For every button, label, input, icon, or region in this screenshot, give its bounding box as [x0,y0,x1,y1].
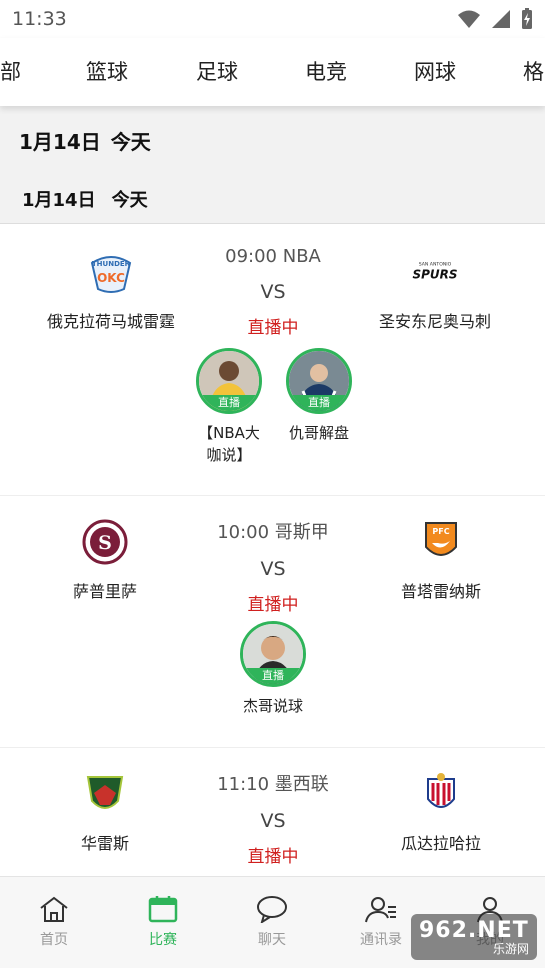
date-header-date: 1月14日 [22,189,96,211]
home-team-name: 华雷斯 [80,834,129,853]
nav-contacts-label: 通讯录 [360,932,402,948]
tab-fighting[interactable]: 格 [523,56,544,86]
home-team-name: 萨普里萨 [72,582,137,601]
nav-home[interactable]: 首页 [14,895,94,949]
streamer-name: 仇哥解盘 [274,422,364,444]
site-watermark: 962.NET 乐游网 [411,914,537,960]
streamer-avatar[interactable]: 直播 [286,348,352,414]
status-time: 11:33 [12,8,67,30]
match-time-league: 11:10 墨西联 [173,770,373,796]
battery-icon [522,8,532,29]
chat-icon [257,896,287,923]
streamer-name: 【NBA大 咖说】 [184,422,274,466]
watermark-sitename: 乐游网 [492,942,529,956]
contacts-icon [365,897,396,923]
match-time: 11:10 [217,774,270,795]
match-time: 10:00 [217,522,270,543]
live-badge: 直播 [289,395,349,411]
match-info: 11:10 墨西联 VS 直播中 [173,770,373,867]
streamer-name-line: 咖说】 [206,446,252,464]
tab-tennis[interactable]: 网球 [414,56,456,86]
date-banner: 1月14日 今天 [0,106,545,174]
nav-chat[interactable]: 聊天 [232,895,312,949]
vs-label: VS [260,281,286,303]
vs-label: VS [260,558,286,580]
match-info: 09:00 NBA VS 直播中 [173,246,373,338]
away-team-name: 圣安东尼奥马刺 [378,312,491,331]
thunder-logo: THUNDER OKC [87,248,135,296]
calendar-icon [148,896,178,923]
live-status: 直播中 [247,595,299,615]
svg-text:OKC: OKC [97,271,125,285]
away-team[interactable]: 瓜达拉哈拉 [351,770,531,854]
signal-icon [492,10,510,28]
nav-matches[interactable]: 比赛 [123,895,203,949]
tab-football[interactable]: 足球 [196,56,238,86]
live-badge: 直播 [243,668,303,684]
juarez-logo [81,770,129,818]
match-card[interactable]: 华雷斯 11:10 墨西联 VS 直播中 瓜达拉哈拉 [0,748,545,876]
match-league: NBA [282,246,321,267]
spurs-logo: SAN ANTONIO SPURS [411,248,459,296]
match-info: 10:00 哥斯甲 VS 直播中 [173,518,373,615]
match-list: 1月14日 今天 1月14日 今天 THUNDER OKC 俄克拉荷马城雷霆 0… [0,106,545,876]
streamer-name-line: 杰哥说球 [242,697,303,715]
away-team[interactable]: SAN ANTONIO SPURS 圣安东尼奥马刺 [345,248,525,332]
svg-text:S: S [98,532,112,554]
away-team-name: 瓜达拉哈拉 [400,834,481,853]
svg-text:THUNDER: THUNDER [92,260,131,268]
tab-esports[interactable]: 电竞 [305,56,347,86]
live-status: 直播中 [247,318,299,338]
nav-contacts[interactable]: 通讯录 [341,895,421,949]
streamer-name-line: 【NBA大 [198,424,260,442]
sport-tabs: 部 篮球 足球 电竞 网球 格 [0,38,545,106]
nav-matches-label: 比赛 [149,932,177,948]
live-status: 直播中 [247,847,299,867]
streamer-avatar[interactable]: 24 直播 [196,348,262,414]
match-league: 墨西联 [274,774,329,795]
match-league: 哥斯甲 [274,522,329,543]
home-team[interactable]: S 萨普里萨 [15,518,195,602]
tab-basketball[interactable]: 篮球 [86,56,128,86]
svg-text:PFC: PFC [432,527,449,536]
status-bar: 11:33 [0,0,545,38]
nav-chat-label: 聊天 [258,932,286,948]
date-banner-label: 今天 [110,129,151,154]
match-card[interactable]: S 萨普里萨 10:00 哥斯甲 VS 直播中 PFC 普塔雷纳斯 直播 杰哥说… [0,496,545,748]
streamer[interactable]: 直播 杰哥说球 [228,621,318,717]
match-time-league: 10:00 哥斯甲 [173,518,373,544]
streamer[interactable]: 24 直播 【NBA大 咖说】 [184,348,274,466]
chivas-logo [417,770,465,818]
date-header-label: 今天 [111,189,148,211]
puntarenas-logo: PFC [417,518,465,566]
streamer-name-line: 仇哥解盘 [288,424,349,442]
status-icons [457,8,533,30]
date-header: 1月14日 今天 [0,174,545,224]
svg-text:SPURS: SPURS [412,267,457,281]
away-team-name: 普塔雷纳斯 [400,582,481,601]
away-team[interactable]: PFC 普塔雷纳斯 [351,518,531,602]
date-banner-date: 1月14日 [19,129,101,154]
saprissa-logo: S [81,518,129,566]
vs-label: VS [260,810,286,832]
match-card[interactable]: THUNDER OKC 俄克拉荷马城雷霆 09:00 NBA VS 直播中 SA… [0,224,545,496]
streamer-avatar[interactable]: 直播 [240,621,306,687]
nav-home-label: 首页 [40,932,68,948]
tab-all[interactable]: 部 [0,56,21,86]
match-time-league: 09:00 NBA [173,246,373,267]
match-time: 09:00 [225,246,277,267]
streamer-name: 杰哥说球 [228,695,318,717]
home-team[interactable]: 华雷斯 [15,770,195,854]
live-badge: 直播 [199,395,259,411]
home-icon [40,896,68,922]
streamer[interactable]: 直播 仇哥解盘 [274,348,364,444]
wifi-icon [458,10,480,28]
